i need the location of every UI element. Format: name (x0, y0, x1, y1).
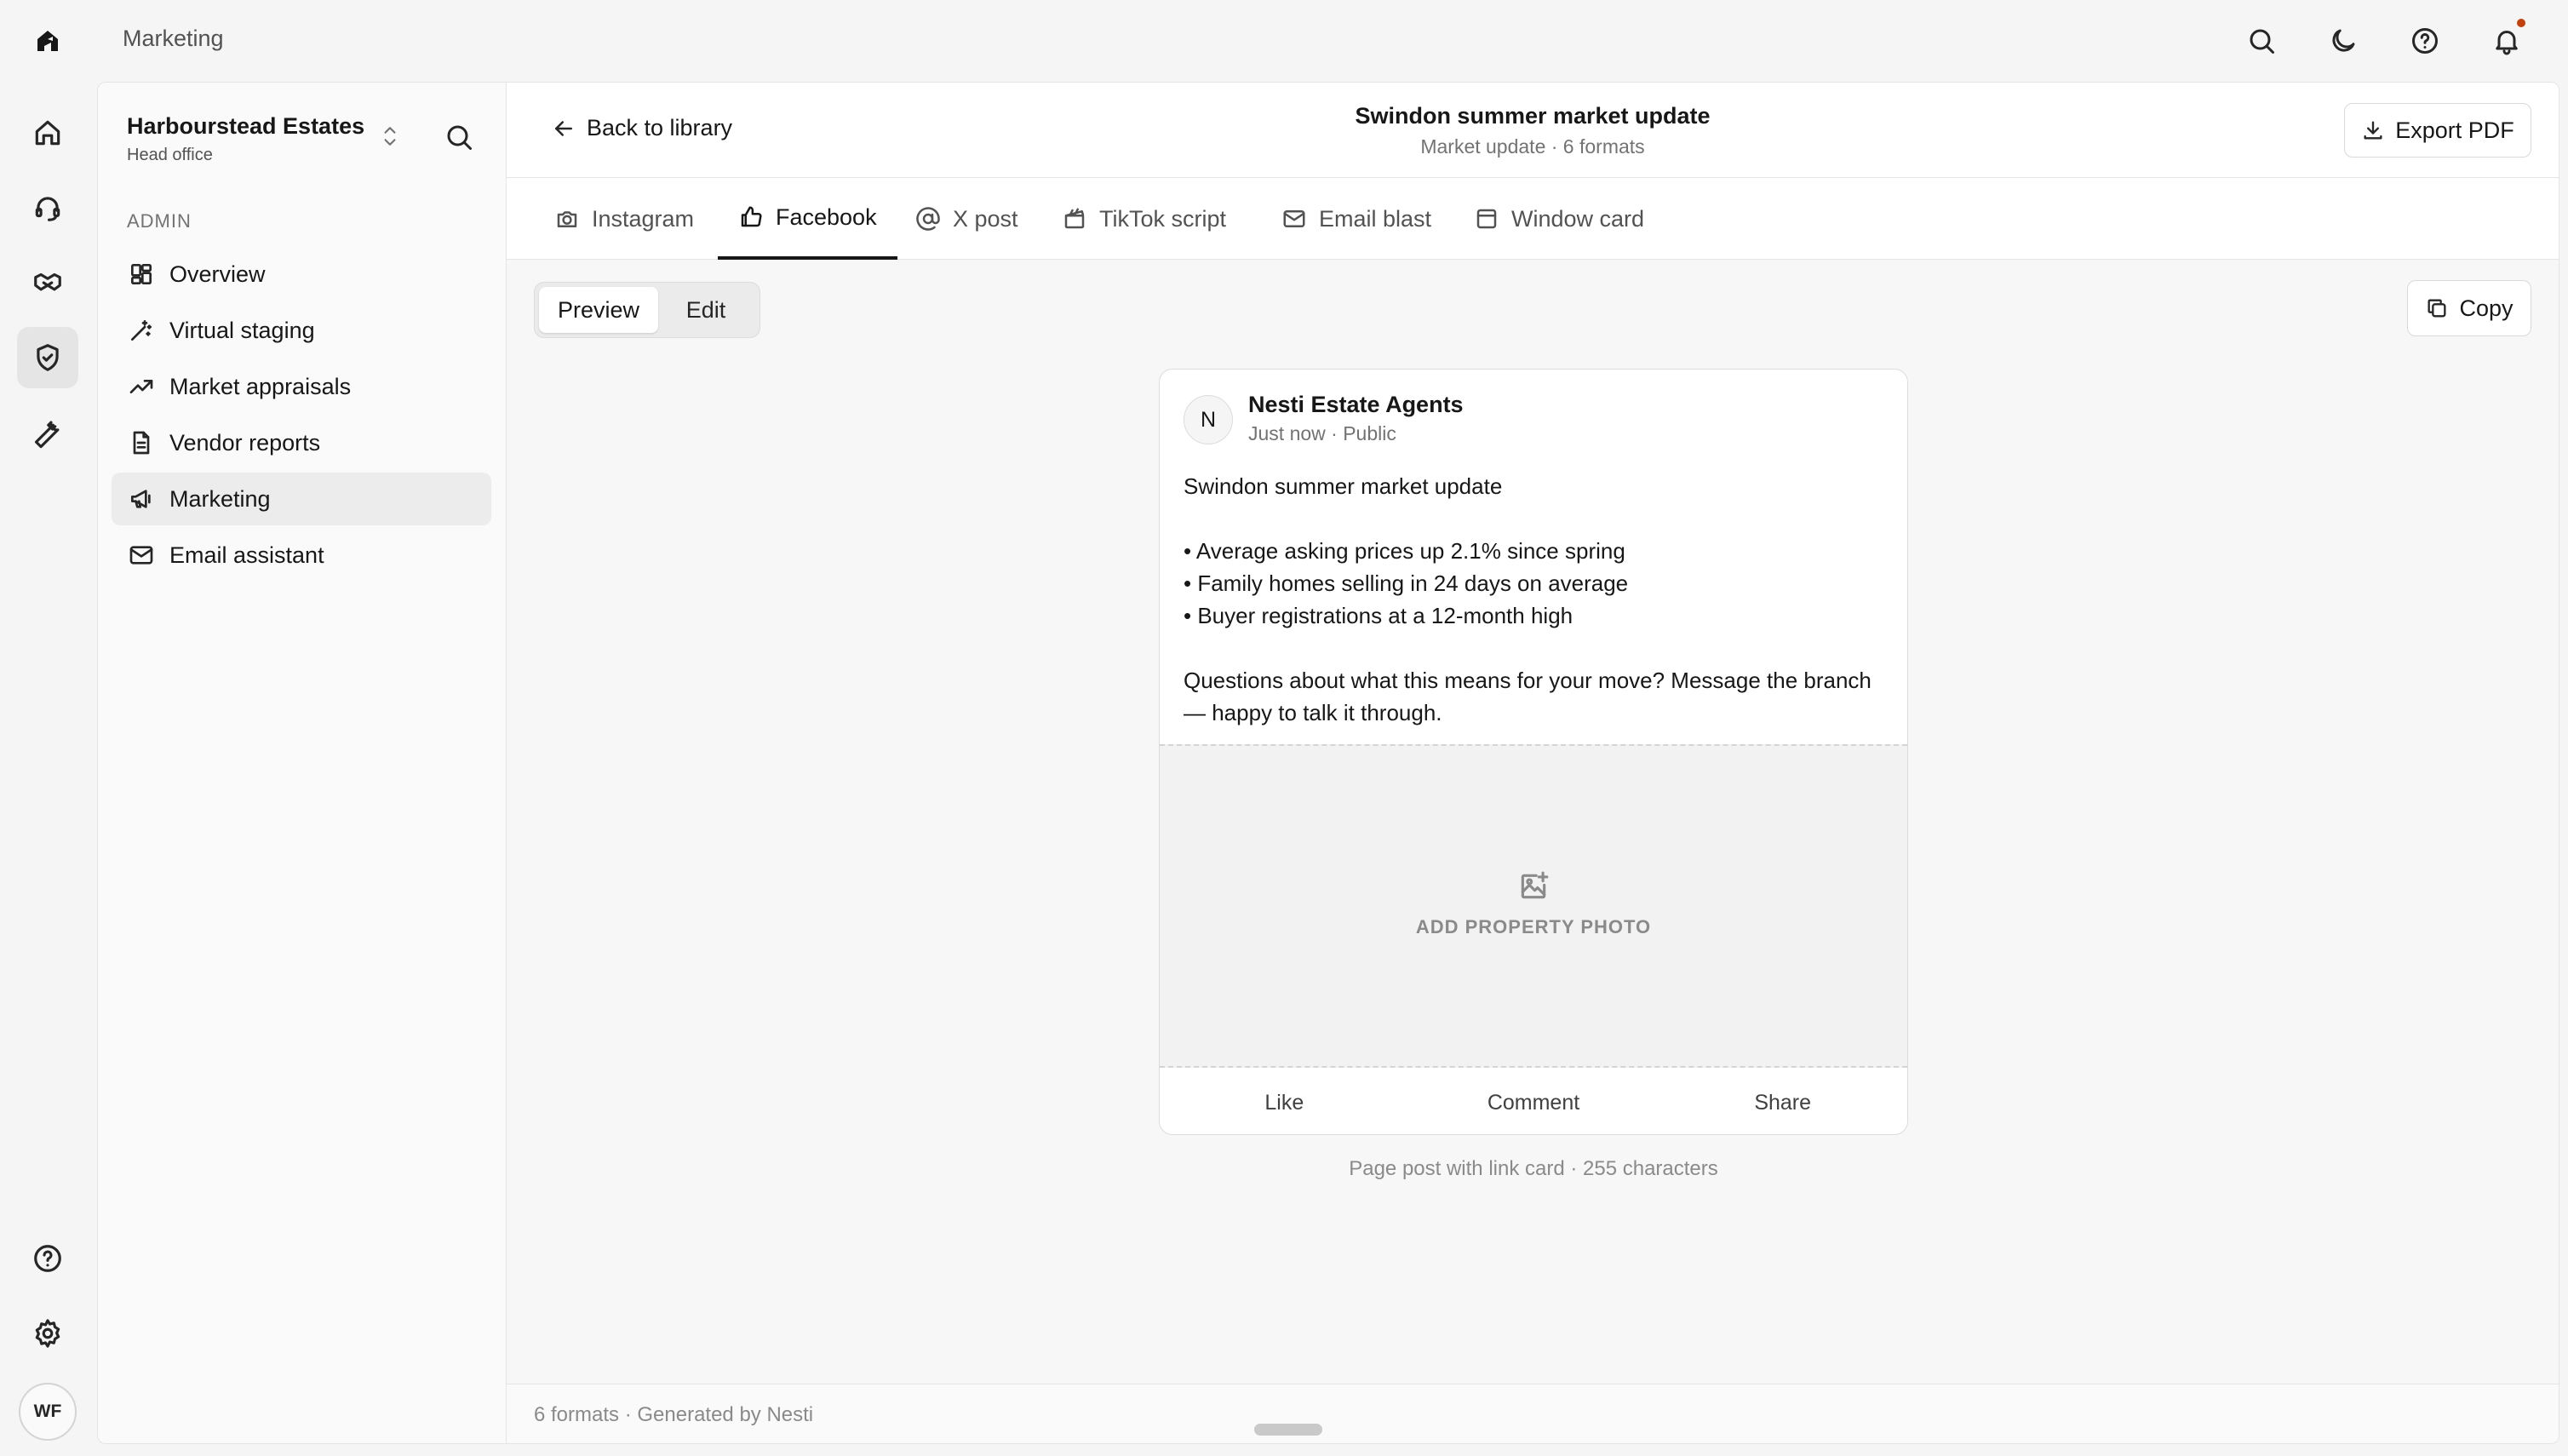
sidebar-item-label: Marketing (169, 485, 271, 512)
post-bullet: • Average asking prices up 2.1% since sp… (1184, 538, 1625, 564)
post-cta: Questions about what this means for your… (1184, 668, 1872, 725)
moon-icon[interactable] (2326, 24, 2360, 58)
copy-icon (2428, 299, 2446, 318)
sidebar-item-email-assistant[interactable]: Email assistant (112, 529, 491, 582)
rail-gear-icon[interactable] (17, 1303, 78, 1364)
content-header: Back to library Swindon summer market up… (507, 83, 2559, 178)
sidebar-item-marketing[interactable]: Marketing (112, 473, 491, 525)
app-logo-icon[interactable] (34, 27, 61, 54)
resize-handle[interactable] (1254, 1424, 1322, 1436)
tab-instagram[interactable]: Instagram (534, 178, 714, 260)
bell-icon[interactable] (2490, 19, 2525, 58)
sidebar-item-virtual-staging[interactable]: Virtual staging (112, 304, 491, 357)
post-meta: Just now · Public (1248, 422, 1396, 444)
download-icon (2364, 121, 2382, 140)
rail-wrench-icon[interactable] (17, 402, 78, 463)
sidebar-item-overview[interactable]: Overview (112, 248, 491, 301)
status-footer: 6 formats · Generated by Nesti (507, 1384, 2559, 1443)
image-plus-icon (1517, 870, 1551, 904)
sidebar-item-label: Virtual staging (169, 317, 315, 343)
rail-handshake-icon[interactable] (17, 252, 78, 313)
post-title-line: Swindon summer market update (1184, 473, 1503, 499)
sidebar-item-label: Market appraisals (169, 373, 352, 399)
post-avatar: N (1184, 395, 1233, 444)
user-avatar[interactable]: WF (19, 1383, 77, 1441)
sidebar-item-label: Overview (169, 261, 266, 287)
preview-mode-button[interactable]: Preview (539, 287, 658, 333)
post-actions: Like Comment Share (1160, 1069, 1907, 1134)
document-title: Swindon summer market update (1355, 103, 1711, 129)
sidebar-item-market-appraisals[interactable]: Market appraisals (112, 360, 491, 413)
tab-label: X post (953, 205, 1018, 232)
add-property-photo-dropzone[interactable]: ADD PROPERTY PHOTO (1160, 744, 1907, 1068)
main-panel: Back to library Swindon summer market up… (506, 82, 2559, 1444)
sidebar-item-label: Vendor reports (169, 429, 321, 456)
search-icon[interactable] (2244, 24, 2279, 58)
comment-button[interactable]: Comment (1409, 1069, 1659, 1134)
footer-text: 6 formats · Generated by Nesti (534, 1403, 814, 1426)
tab-x-post[interactable]: X post (895, 178, 1039, 260)
format-tabs: Instagram Facebook X post TikTok script … (507, 178, 2559, 260)
export-label: Export PDF (2395, 117, 2514, 143)
copy-button[interactable]: Copy (2407, 280, 2531, 336)
notification-dot (2517, 19, 2525, 27)
tab-window-card[interactable]: Window card (1453, 178, 1665, 260)
edit-mode-button[interactable]: Edit (658, 287, 754, 333)
tab-label: Facebook (776, 203, 877, 230)
rail-shield-check-icon[interactable] (17, 327, 78, 388)
preview-edit-toggle: Preview Edit (534, 282, 760, 338)
tab-label: Window card (1511, 205, 1645, 232)
tab-facebook[interactable]: Facebook (718, 178, 897, 260)
rail-help-icon[interactable] (17, 1228, 78, 1289)
org-subtitle: Head office (127, 146, 213, 164)
post-author: Nesti Estate Agents (1248, 392, 1464, 417)
window-icon (1476, 209, 1497, 229)
like-button[interactable]: Like (1160, 1069, 1409, 1134)
sidebar-search-icon[interactable] (442, 120, 476, 154)
mail-icon (127, 541, 156, 570)
thumbs-up-icon (741, 206, 762, 227)
facebook-post-preview: N Nesti Estate Agents Just now · Public … (1159, 369, 1908, 1135)
rail-home-icon[interactable] (17, 102, 78, 163)
clapper-icon (1064, 208, 1085, 229)
tab-tiktok-script[interactable]: TikTok script (1041, 178, 1247, 260)
sidebar-item-vendor-reports[interactable]: Vendor reports (112, 416, 491, 469)
post-bullet: • Family homes selling in 24 days on ave… (1184, 570, 1629, 596)
export-pdf-button[interactable]: Export PDF (2344, 103, 2531, 158)
tab-label: Email blast (1319, 205, 1432, 232)
wand-icon (127, 316, 156, 345)
sidebar: Harbourstead Estates Head office ADMIN O… (97, 82, 506, 1444)
grid-icon (127, 260, 156, 289)
chevron-up-down-icon[interactable] (379, 122, 404, 152)
post-body: Swindon summer market update • Average a… (1184, 470, 1882, 729)
megaphone-icon (127, 484, 156, 513)
tab-email-blast[interactable]: Email blast (1261, 178, 1452, 260)
section-label: ADMIN (127, 210, 192, 232)
org-name: Harbourstead Estates (127, 113, 365, 139)
sidebar-item-label: Email assistant (169, 542, 324, 568)
document-subtitle: Market update · 6 formats (1420, 135, 1645, 158)
copy-label: Copy (2459, 295, 2514, 321)
add-photo-label: ADD PROPERTY PHOTO (1415, 916, 1652, 937)
document-icon (127, 428, 156, 457)
tab-label: TikTok script (1099, 205, 1227, 232)
share-button[interactable]: Share (1658, 1069, 1907, 1134)
tab-label: Instagram (592, 205, 695, 232)
rail-headset-icon[interactable] (17, 177, 78, 238)
help-icon[interactable] (2408, 24, 2442, 58)
at-icon (916, 207, 940, 231)
post-bullet: • Buyer registrations at a 12-month high (1184, 603, 1573, 628)
top-bar: Marketing (0, 0, 2568, 82)
mail-icon (1283, 210, 1305, 227)
trending-up-icon (127, 372, 156, 401)
page-title: Marketing (123, 26, 224, 51)
post-caption: Page post with link card · 255 character… (1349, 1157, 1718, 1180)
camera-icon (557, 211, 577, 227)
